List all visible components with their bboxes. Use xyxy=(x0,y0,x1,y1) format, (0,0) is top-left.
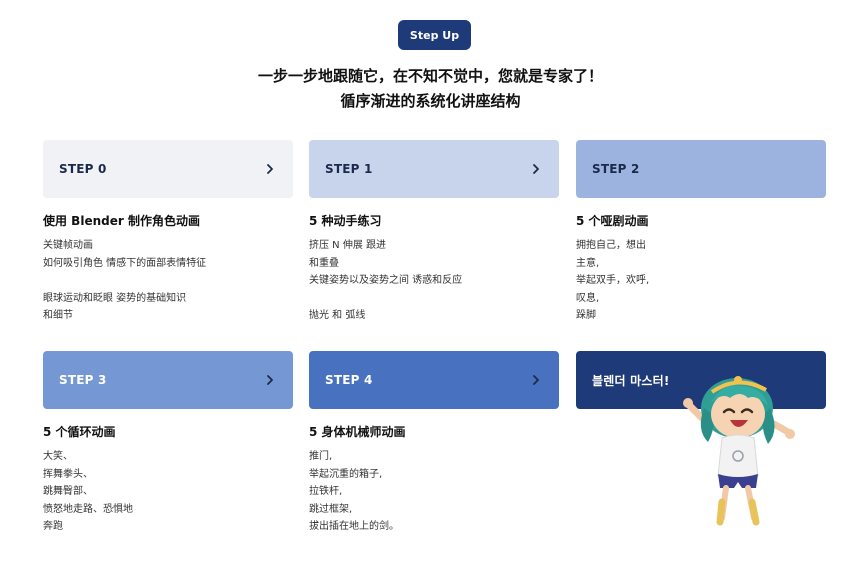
mascot-illustration xyxy=(683,376,795,526)
step-0-label: STEP 0 xyxy=(59,162,107,176)
step-4-label: STEP 4 xyxy=(325,373,373,387)
step-1-line: 关键姿势以及姿势之间 诱惑和反应 xyxy=(309,275,463,286)
step-2-line: 叹息, xyxy=(576,292,600,304)
step-4-description: 推门, 举起沉重的箱子, 拉铁杆, 跳过框架, 拔出插在地上的剑。 xyxy=(309,448,399,536)
step-0-line: 如何吸引角色 情感下的面部表情特征 xyxy=(43,257,207,269)
step-0-description: 关键帧动画 如何吸引角色 情感下的面部表情特征 眼球运动和眨眼 姿势的基础知识 … xyxy=(43,237,206,325)
master-label: 블렌더 마스터! xyxy=(592,373,670,388)
step-1-description: 挤压 N 伸展 跟进 和重叠 关键姿势以及姿势之间 诱惑和反应 抛光 和 弧线 xyxy=(309,237,462,325)
headline-line2: 循序渐进的系统化讲座结构 xyxy=(340,92,521,110)
chevron-right-icon xyxy=(267,375,273,385)
step-0-line: 眼球运动和眨眼 姿势的基础知识 xyxy=(43,292,187,304)
step-4-line: 拔出插在地上的剑。 xyxy=(309,521,399,532)
step-4-title: 5 身体机械师动画 xyxy=(309,425,406,439)
chevron-right-icon xyxy=(267,164,273,174)
step-0-title: 使用 Blender 制作角色动画 xyxy=(43,214,200,228)
step-3-line: 大笑、 xyxy=(43,451,73,462)
step-3-line: 愤怒地走路、恐惧地 xyxy=(43,503,133,515)
step-1-label: STEP 1 xyxy=(325,162,373,176)
step-0-card[interactable]: STEP 0 xyxy=(43,140,293,198)
step-2-line: 主意, xyxy=(576,257,600,269)
step-1-line: 抛光 和 弧线 xyxy=(309,310,366,321)
step-2-line: 拥抱自己，想出 xyxy=(576,240,646,251)
step-2-label: STEP 2 xyxy=(592,162,640,176)
step-3-line: 挥舞拳头、 xyxy=(43,468,93,480)
step-1-card[interactable]: STEP 1 xyxy=(309,140,559,198)
step-2-description: 拥抱自己，想出 主意, 举起双手，欢呼, 叹息, 跺脚 xyxy=(576,237,649,325)
step-3-line: 跳舞臀部、 xyxy=(43,486,93,497)
step-0-line: 关键帧动画 xyxy=(43,240,93,251)
step-0-line xyxy=(43,272,206,290)
step-2-line: 跺脚 xyxy=(576,310,596,321)
step-2-card[interactable]: STEP 2 xyxy=(576,140,826,198)
step-4-line: 举起沉重的箱子, xyxy=(309,468,383,480)
step-0-line: 和细节 xyxy=(43,310,73,321)
headline-line1: 一步一步地跟随它，在不知不觉中，您就是专家了！ xyxy=(257,67,603,85)
step-4-card[interactable]: STEP 4 xyxy=(309,351,559,409)
step-3-description: 大笑、 挥舞拳头、 跳舞臀部、 愤怒地走路、恐惧地 奔跑 xyxy=(43,448,133,536)
step-4-line: 推门, xyxy=(309,451,333,462)
step-2-title: 5 个哑剧动画 xyxy=(576,214,649,228)
chevron-right-icon xyxy=(533,375,539,385)
step-3-card[interactable]: STEP 3 xyxy=(43,351,293,409)
step-1-line xyxy=(309,290,462,308)
step-1-title: 5 种动手练习 xyxy=(309,214,382,228)
step-1-line: 挤压 N 伸展 跟进 xyxy=(309,240,387,251)
step-1-line: 和重叠 xyxy=(309,257,339,269)
step-4-line: 拉铁杆, xyxy=(309,486,343,497)
step-3-title: 5 个循环动画 xyxy=(43,425,116,439)
step-4-line: 跳过框架, xyxy=(309,503,353,515)
step-3-label: STEP 3 xyxy=(59,373,107,387)
step-3-line: 奔跑 xyxy=(43,521,63,532)
step-up-badge: Step Up xyxy=(398,20,471,50)
step-2-line: 举起双手，欢呼, xyxy=(576,275,650,286)
chevron-right-icon xyxy=(533,164,539,174)
